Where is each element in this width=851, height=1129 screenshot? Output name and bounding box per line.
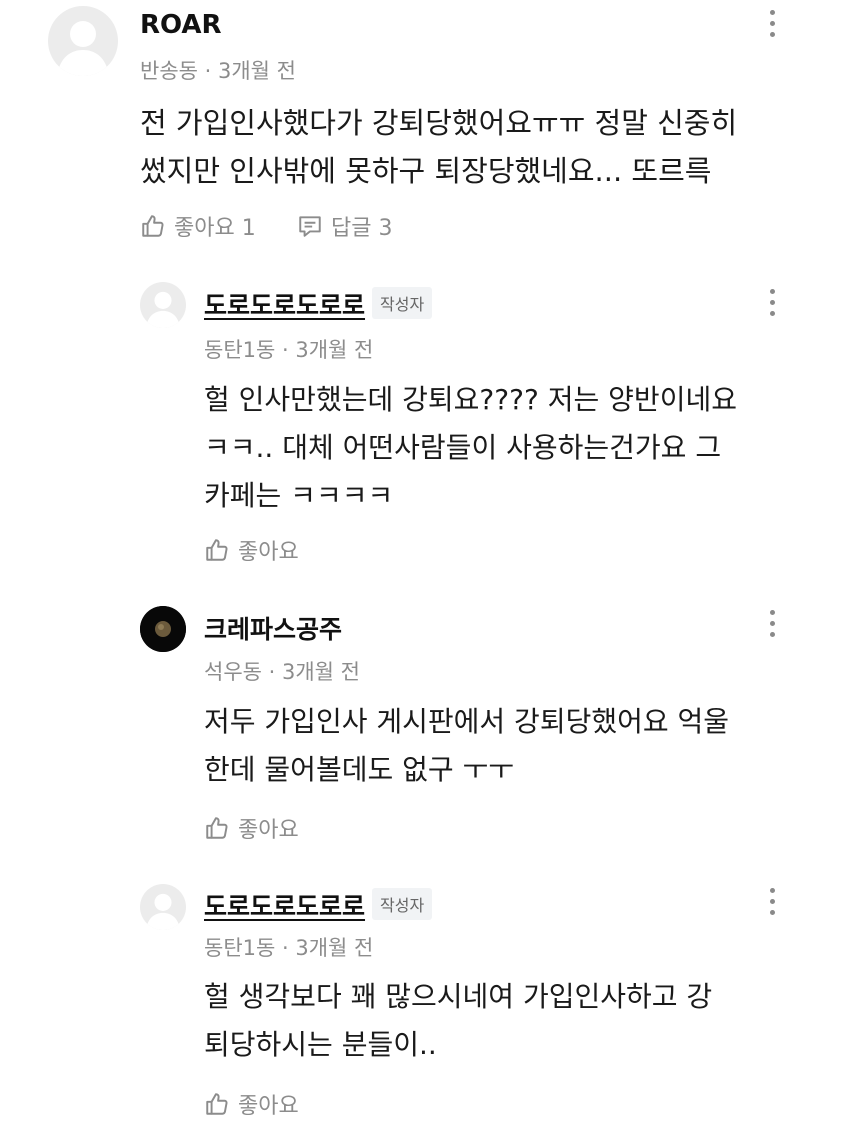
reply-3: 도로도로도로로 작성자 동탄1동 · 3개월 전 헐 생각보다 꽤 많으시네여 … bbox=[0, 870, 851, 1129]
like-label: 좋아요 bbox=[238, 540, 299, 565]
reply-1: 도로도로도로로 작성자 동탄1동 · 3개월 전 헐 인사만했는데 강퇴요???… bbox=[0, 270, 851, 580]
comment-author[interactable]: 도로도로도로로 bbox=[204, 286, 365, 322]
avatar[interactable] bbox=[48, 6, 118, 76]
comment-text-line: 헐 생각보다 꽤 많으시네여 가입인사하고 강 bbox=[204, 980, 713, 1013]
default-profile-icon bbox=[57, 21, 109, 76]
comment-text-line: 카페는 ㅋㅋㅋㅋ bbox=[204, 479, 394, 512]
default-profile-icon bbox=[145, 893, 181, 930]
avatar[interactable] bbox=[140, 282, 186, 328]
comment-text-line: 전 가입인사했다가 강퇴당했어요ㅠㅠ 정말 신중히 bbox=[140, 106, 738, 140]
comment-meta: 동탄1동 · 3개월 전 bbox=[204, 936, 374, 960]
author-badge: 작성자 bbox=[372, 287, 433, 319]
more-options-icon[interactable] bbox=[762, 881, 782, 921]
like-button[interactable]: 좋아요 bbox=[204, 534, 299, 566]
like-label: 좋아요 bbox=[238, 1094, 299, 1119]
comment-text-line: 헐 인사만했는데 강퇴요???? 저는 양반이네요 bbox=[204, 383, 737, 416]
avatar[interactable] bbox=[140, 606, 186, 652]
moon-image-icon bbox=[140, 606, 186, 652]
comment-meta: 동탄1동 · 3개월 전 bbox=[204, 338, 374, 362]
reply-label: 답글 3 bbox=[331, 216, 393, 241]
comment-text-line: ㅋㅋ.. 대체 어떤사람들이 사용하는건가요 그 bbox=[204, 431, 722, 464]
comment-author[interactable]: 도로도로도로로 bbox=[204, 887, 365, 923]
like-button[interactable]: 좋아요 bbox=[204, 1088, 299, 1120]
more-options-icon[interactable] bbox=[762, 3, 782, 43]
thumbs-up-icon bbox=[206, 817, 228, 839]
more-options-icon[interactable] bbox=[762, 603, 782, 643]
comment-meta: 반송동 · 3개월 전 bbox=[140, 59, 296, 83]
comment-author[interactable]: ROAR bbox=[140, 10, 222, 40]
author-badge: 작성자 bbox=[372, 888, 433, 920]
comment-author[interactable]: 크레파스공주 bbox=[204, 610, 342, 646]
like-button[interactable]: 좋아요 1 bbox=[140, 210, 256, 242]
default-profile-icon bbox=[145, 291, 181, 328]
comment-1: ROAR 반송동 · 3개월 전 전 가입인사했다가 강퇴당했어요ㅠㅠ 정말 신… bbox=[0, 0, 851, 260]
avatar[interactable] bbox=[140, 884, 186, 930]
more-options-icon[interactable] bbox=[762, 282, 782, 322]
comment-text-line: 한데 물어볼데도 없구 ㅜㅜ bbox=[204, 753, 515, 786]
thumbs-up-icon bbox=[206, 1093, 228, 1115]
comment-meta: 석우동 · 3개월 전 bbox=[204, 660, 360, 684]
thumbs-up-icon bbox=[206, 539, 228, 561]
comment-text-line: 썼지만 인사밖에 못하구 퇴장당했네요... 또르륵 bbox=[140, 154, 712, 188]
like-label: 좋아요 bbox=[238, 818, 299, 843]
like-label: 좋아요 1 bbox=[174, 216, 256, 241]
thumbs-up-icon bbox=[142, 215, 164, 237]
reply-button[interactable]: 답글 3 bbox=[297, 210, 392, 242]
comment-text-line: 저두 가입인사 게시판에서 강퇴당했어요 억울 bbox=[204, 705, 730, 738]
like-button[interactable]: 좋아요 bbox=[204, 812, 299, 844]
reply-2: 크레파스공주 석우동 · 3개월 전 저두 가입인사 게시판에서 강퇴당했어요 … bbox=[0, 592, 851, 862]
comment-text-line: 퇴당하시는 분들이.. bbox=[204, 1028, 437, 1061]
reply-icon bbox=[299, 216, 321, 237]
